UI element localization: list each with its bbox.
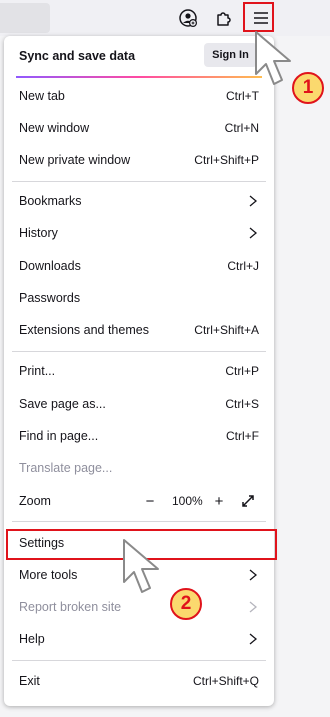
menu-item-label: New private window xyxy=(19,153,131,167)
account-button[interactable] xyxy=(176,6,200,30)
menu-item-label: More tools xyxy=(19,568,78,582)
sync-row[interactable]: Sync and save data Sign In xyxy=(4,36,274,76)
extensions-button[interactable] xyxy=(212,6,236,30)
menu-item-label: Passwords xyxy=(19,291,81,305)
account-icon xyxy=(179,9,198,28)
menu-item-save-page-as[interactable]: Save page as... Ctrl+S xyxy=(4,388,274,420)
menu-item-shortcut: Ctrl+P xyxy=(225,364,259,378)
menu-item-shortcut: Ctrl+T xyxy=(226,89,259,103)
menu-item-label: Extensions and themes xyxy=(19,323,149,337)
menu-item-extensions-and-themes[interactable]: Extensions and themes Ctrl+Shift+A xyxy=(4,314,274,346)
menu-separator xyxy=(12,660,266,661)
menu-item-label: Downloads xyxy=(19,259,81,273)
menu-item-label: Exit xyxy=(19,674,40,688)
menu-item-exit[interactable]: Exit Ctrl+Shift+Q xyxy=(4,665,274,697)
menu-item-find-in-page[interactable]: Find in page... Ctrl+F xyxy=(4,420,274,452)
step-1-badge: 1 xyxy=(292,72,324,104)
menu-item-history[interactable]: History xyxy=(4,217,274,249)
mouse-pointer-icon xyxy=(123,539,159,593)
menu-item-new-window[interactable]: New window Ctrl+N xyxy=(4,112,274,144)
menu-item-shortcut: Ctrl+N xyxy=(224,121,259,135)
sign-in-button[interactable]: Sign In xyxy=(204,43,257,67)
menu-item-label: Save page as... xyxy=(19,397,106,411)
menu-item-new-tab[interactable]: New tab Ctrl+T xyxy=(4,80,274,112)
chevron-right-icon xyxy=(249,195,258,207)
menu-item-label: New tab xyxy=(19,89,65,103)
menu-item-shortcut: Ctrl+Shift+P xyxy=(194,153,259,167)
menu-item-label: Bookmarks xyxy=(19,194,82,208)
menu-item-shortcut: Ctrl+Shift+Q xyxy=(192,674,259,688)
chevron-right-icon xyxy=(249,633,258,645)
extensions-icon xyxy=(217,12,231,26)
menu-item-zoom: Zoom − 100% + xyxy=(4,485,274,517)
menu-item-shortcut: Ctrl+J xyxy=(227,259,259,273)
menu-item-label: Help xyxy=(19,632,45,646)
menu-item-label: Report broken site xyxy=(19,600,122,614)
menu-item-label: History xyxy=(19,226,58,240)
chevron-right-icon xyxy=(249,601,258,613)
menu-item-shortcut: Ctrl+Shift+A xyxy=(194,323,259,337)
menu-item-print[interactable]: Print... Ctrl+P xyxy=(4,355,274,387)
sync-label: Sync and save data xyxy=(19,49,136,63)
menu-item-shortcut: Ctrl+F xyxy=(226,429,259,443)
menu-item-new-private-window[interactable]: New private window Ctrl+Shift+P xyxy=(4,144,274,176)
menu-item-label: Find in page... xyxy=(19,429,99,443)
zoom-out-button[interactable]: − xyxy=(142,493,158,509)
menu-item-shortcut: Ctrl+S xyxy=(225,397,259,411)
menu-separator xyxy=(12,181,266,182)
menu-item-bookmarks[interactable]: Bookmarks xyxy=(4,185,274,217)
app-menu-panel: Sync and save data Sign In New tab Ctrl+… xyxy=(4,36,274,706)
menu-button-highlight xyxy=(243,2,274,32)
menu-item-downloads[interactable]: Downloads Ctrl+J xyxy=(4,250,274,282)
address-bar[interactable] xyxy=(0,3,50,33)
chevron-right-icon xyxy=(249,227,258,239)
zoom-in-button[interactable]: + xyxy=(211,493,227,509)
chevron-right-icon xyxy=(249,569,258,581)
menu-item-passwords[interactable]: Passwords xyxy=(4,282,274,314)
menu-item-translate-page: Translate page... xyxy=(4,452,274,484)
menu-item-label: New window xyxy=(19,121,90,135)
zoom-reset-button[interactable]: 100% xyxy=(172,494,203,508)
menu-separator xyxy=(12,351,266,352)
zoom-label: Zoom xyxy=(19,494,51,508)
menu-separator xyxy=(12,521,266,522)
menu-item-label: Print... xyxy=(19,364,56,378)
menu-item-label: Translate page... xyxy=(19,461,113,475)
menu-item-help[interactable]: Help xyxy=(4,623,274,655)
sync-gradient-divider xyxy=(16,76,262,78)
step-2-badge: 2 xyxy=(170,588,202,620)
fullscreen-icon[interactable] xyxy=(240,493,256,509)
